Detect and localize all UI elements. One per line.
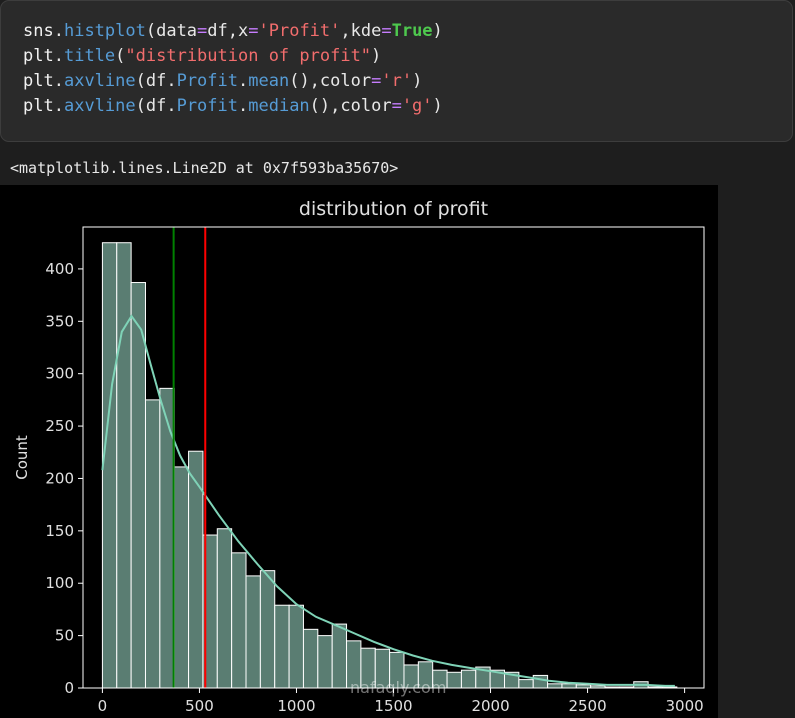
code-line: plt.axvline(df.Profit.mean(),color='r') xyxy=(23,69,792,94)
code-token: = xyxy=(381,21,392,41)
y-tick-label: 300 xyxy=(45,365,74,383)
code-token: ) xyxy=(432,96,443,116)
code-line: plt.title("distribution of profit") xyxy=(23,44,792,69)
code-token: (df. xyxy=(135,96,177,116)
code-token: = xyxy=(391,96,402,116)
code-cell[interactable]: sns.histplot(data=df,x='Profit',kde=True… xyxy=(0,0,793,142)
code-token: . xyxy=(53,46,64,66)
x-tick-label: 1500 xyxy=(374,697,412,715)
histogram-bar xyxy=(317,635,333,689)
histogram-chart: 0 50 100 150 200 250 300 350 400 0 500 1000 1500 2000… xyxy=(13,198,705,715)
code-editor[interactable]: sns.histplot(data=df,x='Profit',kde=True… xyxy=(23,19,792,119)
code-token: median xyxy=(248,96,310,116)
code-token: = xyxy=(248,21,259,41)
code-token: ) xyxy=(412,71,423,91)
code-token: Profit xyxy=(176,71,238,91)
code-token: (),color xyxy=(309,96,392,116)
histogram-bar xyxy=(188,450,204,689)
histogram-bar xyxy=(446,671,462,689)
y-tick-label: 250 xyxy=(45,417,74,435)
code-token: Profit xyxy=(176,96,238,116)
code-token: sns xyxy=(23,21,54,41)
code-token: "distribution of profit" xyxy=(125,46,372,66)
code-token: (),color xyxy=(289,71,372,91)
histogram-bar xyxy=(259,570,276,689)
x-tick-label: 3000 xyxy=(666,697,704,715)
histogram-bar xyxy=(532,674,549,689)
code-token: df,x xyxy=(207,21,249,41)
code-token: 'g' xyxy=(401,96,433,116)
code-token: . xyxy=(238,71,249,91)
code-token: histplot xyxy=(63,21,146,41)
code-line: plt.axvline(df.Profit.median(),color='g'… xyxy=(23,94,792,119)
y-tick-label: 100 xyxy=(45,574,74,592)
x-tick-label: 500 xyxy=(185,697,214,715)
y-tick-label: 200 xyxy=(45,469,74,487)
x-tick-label: 2500 xyxy=(568,697,606,715)
watermark: nafaqly.com xyxy=(350,678,447,697)
y-tick-label: 350 xyxy=(45,312,74,330)
code-token: axvline xyxy=(63,71,136,91)
cell-output-text: <matplotlib.lines.Line2D at 0x7f593ba356… xyxy=(10,159,399,177)
code-token: . xyxy=(53,21,64,41)
code-token: 'r' xyxy=(381,71,413,91)
code-token: . xyxy=(53,96,64,116)
histogram-bar xyxy=(274,604,290,689)
code-token: title xyxy=(63,46,116,66)
histogram-bar xyxy=(144,399,161,689)
histogram-bar xyxy=(561,683,577,689)
code-token: (data xyxy=(145,21,198,41)
code-token: 'Profit' xyxy=(258,21,341,41)
code-token: mean xyxy=(248,71,290,91)
code-token: (df. xyxy=(135,71,177,91)
code-token: = xyxy=(197,21,208,41)
histogram-bar xyxy=(460,669,477,689)
code-token: ,kde xyxy=(340,21,382,41)
code-token: ( xyxy=(115,46,126,66)
code-token: . xyxy=(238,96,249,116)
code-token: plt xyxy=(23,46,54,66)
histogram-bar xyxy=(130,282,146,689)
code-token: True xyxy=(391,21,433,41)
y-axis-label: Count xyxy=(13,435,31,480)
histogram-bar xyxy=(116,242,132,689)
histogram-bar xyxy=(547,683,563,689)
code-token: ) xyxy=(432,21,443,41)
x-tick-label: 0 xyxy=(98,697,108,715)
code-token: plt xyxy=(23,96,54,116)
y-tick-label: 400 xyxy=(45,260,74,278)
code-token: ) xyxy=(371,46,382,66)
x-tick-label: 1000 xyxy=(277,697,315,715)
code-token: = xyxy=(371,71,382,91)
histogram-bar xyxy=(518,679,534,689)
histogram-bar xyxy=(101,242,118,689)
histogram-bar xyxy=(173,466,190,689)
code-token: . xyxy=(53,71,64,91)
histogram-figure: 0 50 100 150 200 250 300 350 400 0 500 1000 1500 2000… xyxy=(0,185,718,718)
histogram-bar xyxy=(302,628,319,689)
y-tick-label: 150 xyxy=(45,522,74,540)
x-tick-label: 2000 xyxy=(471,697,509,715)
code-token: plt xyxy=(23,71,54,91)
histogram-bar xyxy=(331,623,348,689)
histogram-bar xyxy=(216,528,233,689)
histogram-bar xyxy=(231,552,247,689)
y-tick-label: 0 xyxy=(64,679,74,697)
code-token: axvline xyxy=(63,96,136,116)
histogram-bar xyxy=(288,604,304,689)
chart-title: distribution of profit xyxy=(299,198,488,220)
y-tick-label: 50 xyxy=(55,627,74,645)
code-line: sns.histplot(data=df,x='Profit',kde=True… xyxy=(23,19,792,44)
histogram-bar xyxy=(245,575,261,689)
